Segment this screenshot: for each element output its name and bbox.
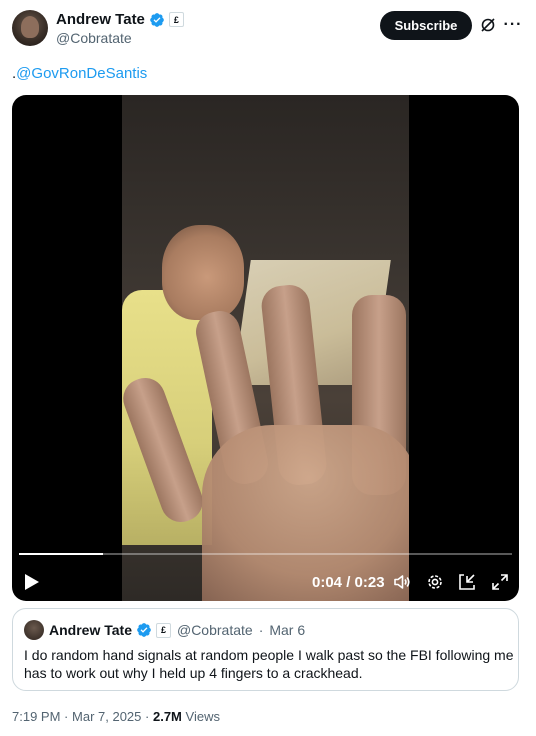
grok-icon[interactable]	[480, 17, 496, 33]
video-progress-fill	[19, 553, 103, 555]
author-display-name[interactable]: Andrew Tate	[56, 11, 145, 28]
meta-dot-separator: ·	[145, 709, 150, 724]
video-time-display: 0:04 / 0:23	[312, 574, 385, 591]
volume-icon[interactable]	[393, 573, 411, 591]
post-time[interactable]: 7:19 PM	[12, 709, 60, 724]
post-text: .@GovRonDeSantis	[12, 65, 147, 82]
quoted-author-name: Andrew Tate	[49, 622, 132, 638]
author-name-row: Andrew Tate £	[56, 10, 184, 29]
video-current-time: 0:04	[312, 574, 343, 591]
verified-badge-icon	[150, 12, 164, 27]
video-person-head	[162, 225, 244, 320]
views-label: Views	[185, 709, 220, 724]
video-player[interactable]: 0:04 / 0:23	[12, 95, 519, 601]
quoted-post-date: Mar 6	[269, 622, 306, 638]
author-handle[interactable]: @Cobratate	[56, 30, 184, 46]
meta-dot-separator: ·	[64, 709, 69, 724]
video-progress-bar[interactable]	[19, 553, 512, 555]
affiliation-badge-icon: £	[155, 622, 171, 638]
affiliation-badge-icon[interactable]: £	[168, 12, 184, 27]
quoted-post[interactable]: Andrew Tate £ @Cobratate · Mar 6 I do ra…	[12, 608, 519, 691]
quoted-post-text: I do random hand signals at random peopl…	[24, 647, 514, 681]
quoted-author-handle: @Cobratate	[176, 622, 253, 638]
post-date[interactable]: Mar 7, 2025	[72, 709, 141, 724]
settings-gear-icon[interactable]	[426, 573, 444, 591]
views-count: 2.7M	[152, 709, 182, 724]
quoted-dot-separator: ·	[258, 622, 264, 638]
quoted-post-header: Andrew Tate £ @Cobratate · Mar 6	[49, 622, 305, 638]
subscribe-button[interactable]: Subscribe	[380, 11, 472, 40]
video-frame[interactable]	[122, 95, 409, 601]
fullscreen-icon[interactable]	[491, 573, 509, 591]
author-info: Andrew Tate £ @Cobratate	[56, 10, 184, 46]
post-meta: 7:19 PM · Mar 7, 2025 · 2.7M Views	[12, 709, 220, 724]
quoted-author-avatar	[24, 620, 44, 640]
video-time-separator: /	[346, 574, 351, 591]
post-header: Andrew Tate £ @Cobratate Subscribe ···	[12, 10, 524, 50]
picture-in-picture-icon[interactable]	[458, 573, 476, 591]
mention-link[interactable]: @GovRonDeSantis	[16, 65, 147, 82]
author-avatar[interactable]	[12, 10, 48, 46]
verified-badge-icon	[137, 623, 151, 637]
play-icon[interactable]	[24, 573, 40, 591]
more-options-icon[interactable]: ···	[504, 16, 522, 34]
video-duration: 0:23	[354, 574, 385, 591]
